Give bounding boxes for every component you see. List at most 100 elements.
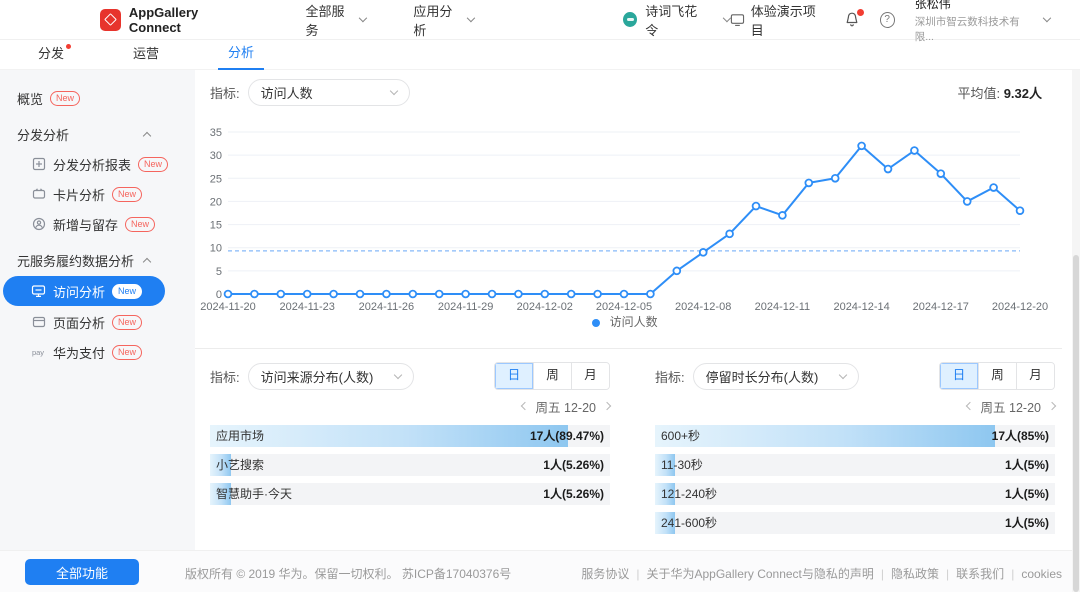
data-point[interactable] [383,291,390,298]
bar-row[interactable]: 121-240秒1人(5%) [655,483,1055,505]
panel-stay-duration: 指标: 停留时长分布(人数) 日周月 周五 12-20 600+秒17人(85%… [655,362,1055,541]
footer-link-0[interactable]: 服务协议 [581,567,629,581]
scrollbar-thumb[interactable] [1073,255,1079,592]
help-icon[interactable]: ? [880,12,895,28]
data-point[interactable] [647,291,654,298]
next-date-arrow[interactable] [1048,402,1056,410]
data-point[interactable] [832,175,839,182]
sidebar-item-0[interactable]: 概览New [0,84,195,112]
new-badge: New [112,345,142,360]
y-tick-label: 5 [216,266,222,278]
data-point[interactable] [330,291,337,298]
footer-link-4[interactable]: cookies [1021,567,1062,581]
sidebar-item-4[interactable]: 新增与留存New [0,210,195,238]
period-button-月[interactable]: 月 [571,363,609,389]
demo-project-label: 体验演示项目 [751,1,824,39]
data-point[interactable] [568,291,575,298]
data-point[interactable] [515,291,522,298]
data-point[interactable] [726,230,733,237]
data-point[interactable] [277,291,284,298]
x-tick-label: 2024-12-11 [755,301,810,313]
data-point[interactable] [489,291,496,298]
data-point[interactable] [964,198,971,205]
data-point[interactable] [409,291,416,298]
demo-project-link[interactable]: 体验演示项目 [730,1,824,39]
date-navigator: 周五 12-20 [210,394,610,418]
all-features-button[interactable]: 全部功能 [25,559,139,585]
user-name: 张松伟 [915,0,1031,12]
bar-row[interactable]: 11-30秒1人(5%) [655,454,1055,476]
notifications-bell[interactable] [844,11,860,28]
data-point[interactable] [225,291,232,298]
bar-label: 应用市场 [216,425,264,447]
data-point[interactable] [779,212,786,219]
bar-label: 241-600秒 [661,512,717,534]
next-date-arrow[interactable] [603,402,611,410]
chart-legend[interactable]: 访问人数 [200,313,1050,330]
bar-label: 11-30秒 [661,454,703,476]
nav-app-analysis[interactable]: 应用分析 [413,1,473,39]
brand[interactable]: AppGallery Connect [100,5,248,35]
tab-analysis[interactable]: 分析 [218,40,264,70]
collapse-icon[interactable] [143,257,151,265]
data-point[interactable] [805,180,812,187]
sidebar-item-7[interactable]: 页面分析New [0,308,195,336]
duration-metric-select[interactable]: 停留时长分布(人数) [693,363,859,390]
chevron-down-icon [358,14,366,22]
user-menu[interactable]: 张松伟 深圳市智云数科技术有限... [915,0,1050,44]
data-point[interactable] [357,291,364,298]
period-button-周[interactable]: 周 [533,363,571,389]
data-point[interactable] [304,291,311,298]
header-right: 体验演示项目 ? 张松伟 深圳市智云数科技术有限... [730,0,1050,44]
data-point[interactable] [621,291,628,298]
data-point[interactable] [885,166,892,173]
sidebar-group-5[interactable]: 元服务履约数据分析 [0,246,195,274]
period-button-日[interactable]: 日 [495,363,533,389]
prev-date-arrow[interactable] [520,402,528,410]
y-tick-label: 20 [210,196,222,208]
data-point[interactable] [753,203,760,210]
period-button-周[interactable]: 周 [978,363,1016,389]
bar-row[interactable]: 600+秒17人(85%) [655,425,1055,447]
data-point[interactable] [462,291,469,298]
period-button-日[interactable]: 日 [940,363,978,389]
pay-icon: pay [31,345,46,360]
bar-row[interactable]: 小艺搜索1人(5.26%) [210,454,610,476]
data-point[interactable] [1017,207,1024,214]
sidebar-item-8[interactable]: pay华为支付New [0,338,195,366]
sidebar-item-label: 新增与留存 [53,215,118,234]
nav-all-services[interactable]: 全部服务 [306,1,366,39]
data-point[interactable] [858,142,865,149]
data-point[interactable] [251,291,258,298]
data-point[interactable] [594,291,601,298]
sidebar-item-2[interactable]: 分发分析报表New [0,150,195,178]
data-point[interactable] [541,291,548,298]
data-point[interactable] [911,147,918,154]
period-button-月[interactable]: 月 [1016,363,1054,389]
project-selector[interactable]: 诗词飞花令 [623,1,730,39]
data-point[interactable] [673,267,680,274]
link-separator: | [1011,567,1014,581]
data-point[interactable] [937,170,944,177]
data-point[interactable] [700,249,707,256]
data-point[interactable] [990,184,997,191]
bar-row[interactable]: 智慧助手·今天1人(5.26%) [210,483,610,505]
bar-row[interactable]: 241-600秒1人(5%) [655,512,1055,534]
tab-operations[interactable]: 运营 [133,40,159,70]
collapse-icon[interactable] [143,131,151,139]
user-org: 深圳市智云数科技术有限... [915,14,1031,44]
data-point[interactable] [436,291,443,298]
bar-row[interactable]: 应用市场17人(89.47%) [210,425,610,447]
metric-select[interactable]: 访问人数 [248,79,410,106]
sidebar-item-6[interactable]: 访问分析New [3,276,165,306]
tab-distribution[interactable]: 分发 [38,40,64,70]
sidebar-item-3[interactable]: 卡片分析New [0,180,195,208]
scrollbar-track[interactable] [1072,70,1080,592]
source-metric-select[interactable]: 访问来源分布(人数) [248,363,414,390]
footer-link-3[interactable]: 联系我们 [956,567,1004,581]
footer-link-1[interactable]: 关于华为AppGallery Connect与隐私的声明 [647,567,874,581]
prev-date-arrow[interactable] [965,402,973,410]
monitor-icon [31,284,46,299]
footer-link-2[interactable]: 隐私政策 [891,567,939,581]
sidebar-group-1[interactable]: 分发分析 [0,120,195,148]
